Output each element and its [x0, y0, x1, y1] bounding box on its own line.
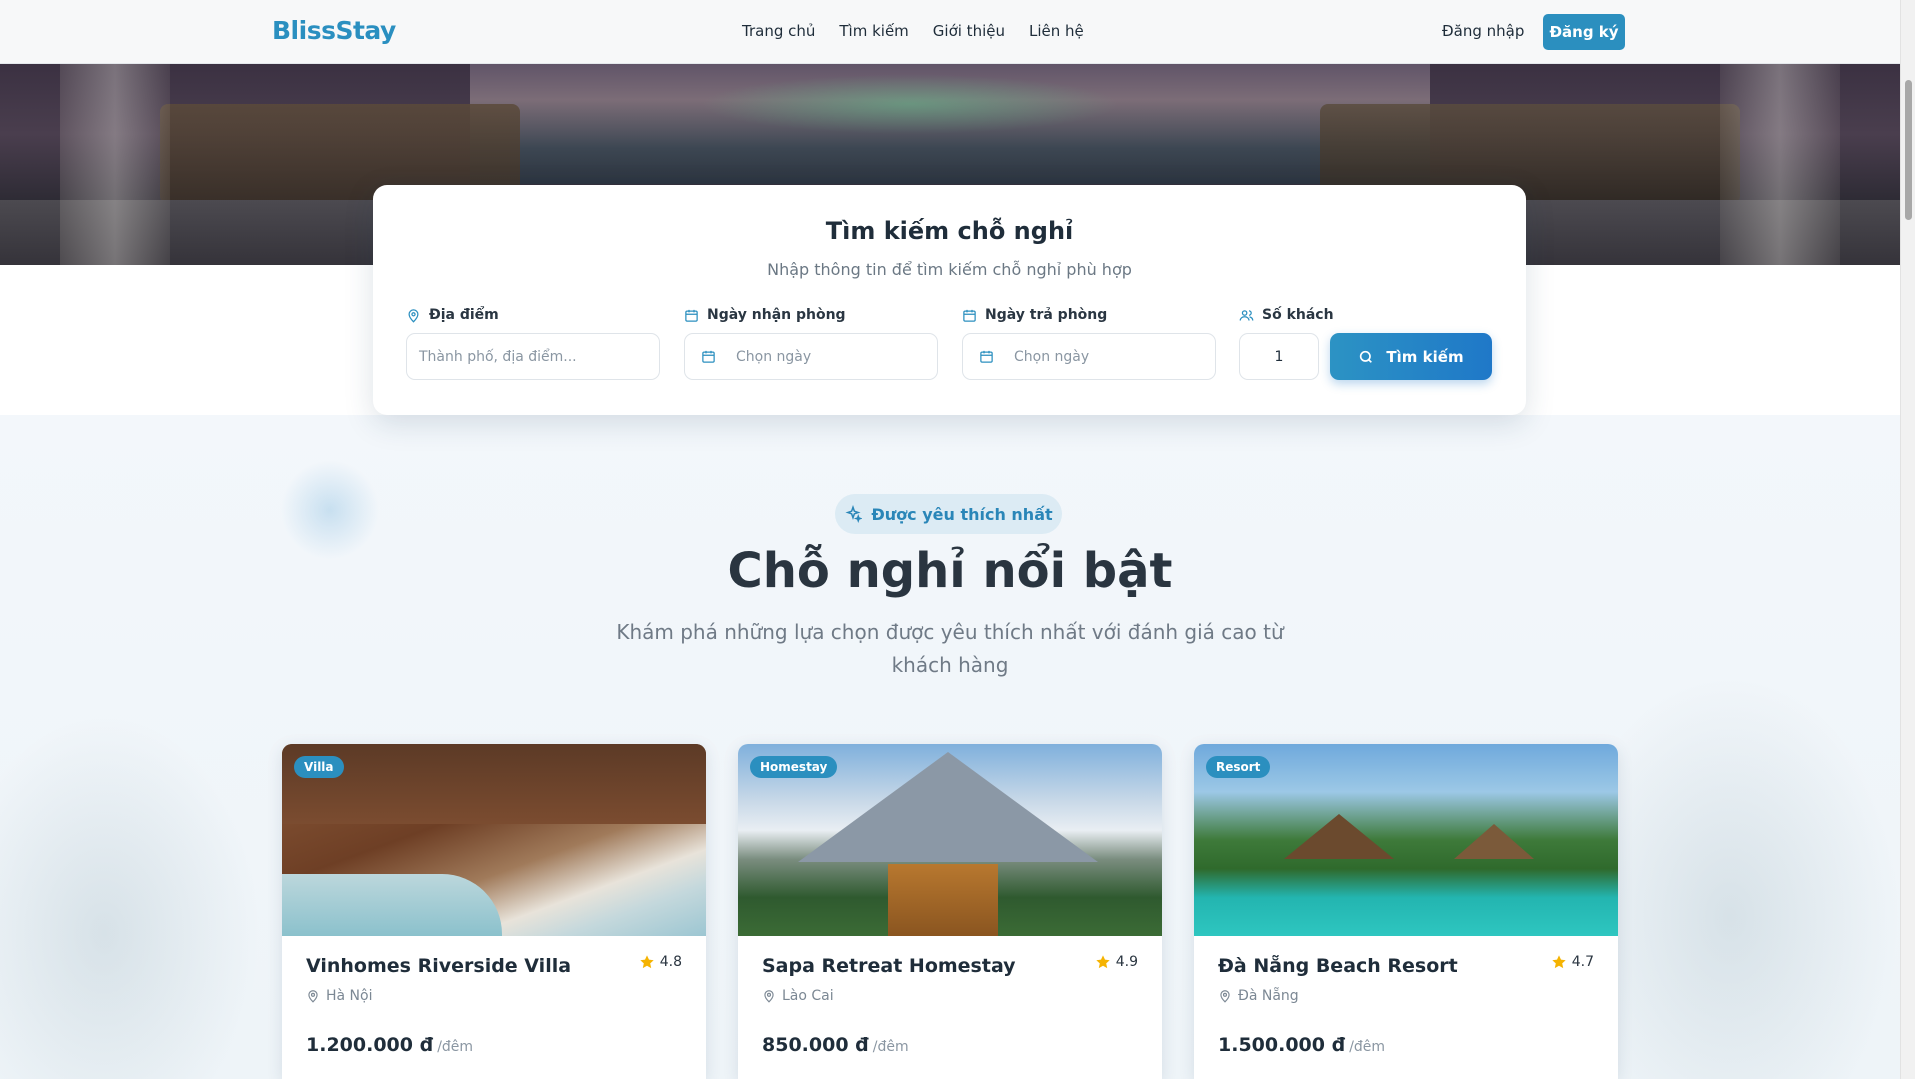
rating-value: 4.8 — [659, 954, 682, 970]
users-icon — [1239, 309, 1254, 321]
checkin-label-text: Ngày nhận phòng — [707, 307, 846, 323]
checkout-placeholder: Chọn ngày — [1014, 348, 1090, 365]
nav-link-contact[interactable]: Liên hệ — [1029, 22, 1084, 40]
search-button[interactable]: Tìm kiếm — [1330, 333, 1492, 380]
decor-palm-left — [0, 715, 260, 1079]
star-icon — [1552, 955, 1566, 969]
location-placeholder: Thành phố, địa điểm... — [419, 348, 577, 365]
property-location: Đà Nẵng — [1218, 988, 1299, 1004]
property-price: 1.200.000 đ/đêm — [306, 1034, 473, 1056]
property-price: 850.000 đ/đêm — [762, 1034, 909, 1056]
property-rating: 4.9 — [1095, 954, 1138, 970]
price-value: 1.500.000 đ — [1218, 1034, 1346, 1056]
search-card: Tìm kiếm chỗ nghỉ Nhập thông tin để tìm … — [373, 185, 1526, 415]
search-title: Tìm kiếm chỗ nghỉ — [825, 217, 1074, 245]
property-location: Lào Cai — [762, 988, 834, 1004]
search-subtitle: Nhập thông tin để tìm kiếm chỗ nghỉ phù … — [767, 260, 1132, 279]
hero-curtain-left — [60, 64, 170, 265]
property-name[interactable]: Sapa Retreat Homestay — [762, 955, 1016, 977]
property-card[interactable]: Homestay Sapa Retreat Homestay 4.9 Lào C… — [738, 744, 1162, 1079]
calendar-icon — [980, 350, 993, 363]
location-label-text: Địa điểm — [429, 307, 499, 323]
property-location: Hà Nội — [306, 988, 372, 1004]
guests-value: 1 — [1274, 348, 1284, 365]
hero-curtain-right — [1720, 64, 1840, 265]
main-nav: Trang chủ Tìm kiếm Giới thiệu Liên hệ — [742, 22, 1084, 40]
price-value: 850.000 đ — [762, 1034, 869, 1056]
property-price: 1.500.000 đ/đêm — [1218, 1034, 1385, 1056]
property-name[interactable]: Đà Nẵng Beach Resort — [1218, 955, 1458, 977]
resort-hut-small — [1454, 824, 1534, 859]
page-scrollbar[interactable] — [1900, 0, 1915, 1079]
brand-logo[interactable]: BlissStay — [272, 16, 396, 45]
checkout-label: Ngày trả phòng — [962, 307, 1107, 323]
property-rating: 4.8 — [639, 954, 682, 970]
property-type-badge: Homestay — [750, 756, 838, 778]
price-value: 1.200.000 đ — [306, 1034, 434, 1056]
nav-link-home[interactable]: Trang chủ — [742, 22, 815, 40]
search-icon — [1360, 350, 1373, 363]
rating-value: 4.9 — [1115, 954, 1138, 970]
price-unit: /đêm — [872, 1039, 909, 1055]
rating-value: 4.7 — [1571, 954, 1594, 970]
map-pin-icon — [408, 308, 419, 323]
property-card[interactable]: Villa Vinhomes Riverside Villa 4.8 Hà Nộ… — [282, 744, 706, 1079]
nav-link-search[interactable]: Tìm kiếm — [839, 22, 908, 40]
featured-title: Chỗ nghỉ nổi bật — [727, 543, 1173, 599]
calendar-icon — [963, 309, 976, 322]
checkin-date-input[interactable]: Chọn ngày — [684, 333, 938, 380]
sparkles-icon — [845, 505, 863, 523]
featured-subtitle: Khám phá những lựa chọn được yêu thích n… — [616, 620, 1284, 677]
price-unit: /đêm — [1349, 1039, 1386, 1055]
property-card[interactable]: Resort Đà Nẵng Beach Resort 4.7 Đà Nẵng … — [1194, 744, 1618, 1079]
checkout-date-input[interactable]: Chọn ngày — [962, 333, 1216, 380]
location-text: Hà Nội — [326, 988, 373, 1004]
top-nav-bar: BlissStay Trang chủ Tìm kiếm Giới thiệu … — [0, 0, 1900, 64]
price-unit: /đêm — [437, 1039, 474, 1055]
star-icon — [1096, 955, 1110, 969]
location-input[interactable]: Thành phố, địa điểm... — [406, 333, 660, 380]
property-name[interactable]: Vinhomes Riverside Villa — [306, 955, 571, 977]
login-link[interactable]: Đăng nhập — [1442, 22, 1524, 40]
location-text: Lào Cai — [782, 988, 834, 1004]
property-type-badge: Villa — [294, 756, 344, 778]
checkin-placeholder: Chọn ngày — [736, 348, 812, 365]
map-pin-icon — [764, 990, 774, 1003]
map-pin-icon — [1220, 990, 1230, 1003]
guests-label-text: Số khách — [1262, 307, 1334, 323]
location-label: Địa điểm — [406, 307, 499, 323]
mountain-peak — [798, 752, 1098, 862]
guests-label: Số khách — [1239, 307, 1334, 323]
star-icon — [640, 955, 654, 969]
popular-pill-label: Được yêu thích nhất — [871, 504, 1053, 524]
log-cabin — [888, 864, 998, 936]
scrollbar-thumb[interactable] — [1905, 80, 1912, 220]
register-button[interactable]: Đăng ký — [1543, 14, 1625, 50]
location-text: Đà Nẵng — [1238, 988, 1299, 1004]
nav-link-about[interactable]: Giới thiệu — [933, 22, 1005, 40]
hero-glow — [700, 74, 1120, 134]
search-button-label: Tìm kiếm — [1386, 347, 1464, 366]
villa-roof — [282, 744, 706, 824]
property-image[interactable] — [282, 744, 706, 936]
checkout-label-text: Ngày trả phòng — [985, 307, 1108, 323]
calendar-icon — [685, 309, 698, 322]
property-rating: 4.7 — [1551, 954, 1594, 970]
guests-input[interactable]: 1 — [1239, 333, 1319, 380]
popular-pill: Được yêu thích nhất — [835, 494, 1062, 534]
checkin-label: Ngày nhận phòng — [684, 307, 846, 323]
resort-hut — [1284, 814, 1394, 859]
map-pin-icon — [308, 990, 318, 1003]
calendar-icon — [702, 350, 715, 363]
property-type-badge: Resort — [1206, 756, 1271, 778]
villa-pool — [282, 874, 502, 936]
